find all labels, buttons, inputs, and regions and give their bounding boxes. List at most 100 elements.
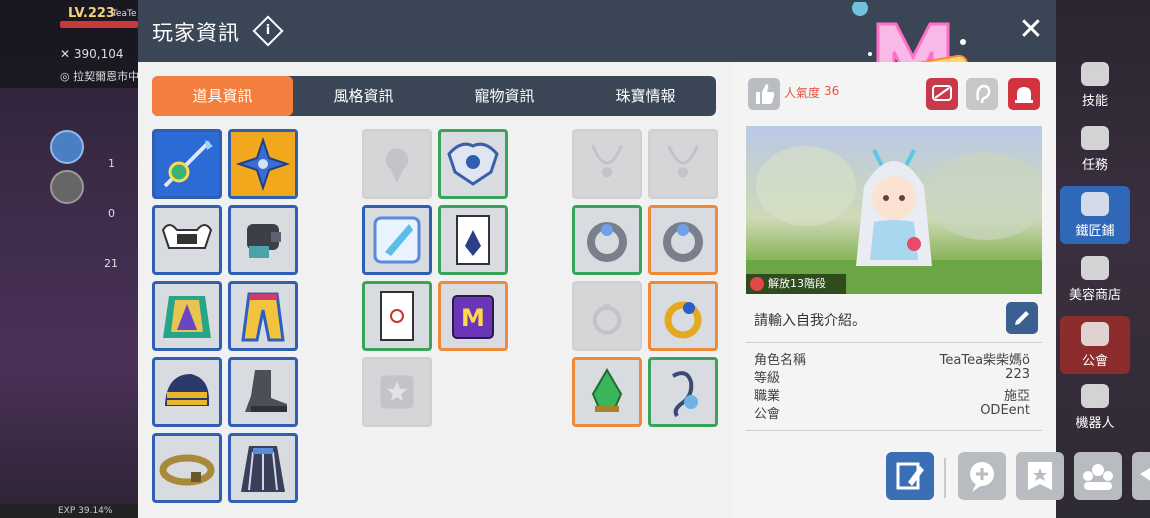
equip-slot-head[interactable] <box>152 205 222 275</box>
equip-slot-title[interactable] <box>362 281 432 351</box>
sidebar-item-quests[interactable]: 任務 <box>1060 120 1130 178</box>
dialog-header: 玩家資訊 i ✕ <box>138 0 1056 112</box>
rainbow-pants-icon <box>241 292 285 342</box>
sidebar-item-skills[interactable]: 技能 <box>1060 56 1130 114</box>
blue-gem-card-icon <box>456 215 490 265</box>
alarm-button[interactable] <box>1008 78 1040 110</box>
character-portrait: 解放13階段 <box>746 126 1042 294</box>
equip-slot-overall[interactable] <box>228 433 298 503</box>
boots-icon <box>245 370 287 412</box>
popularity-value: 36 <box>824 84 840 98</box>
whisper-button[interactable] <box>966 78 998 110</box>
equip-slot-weapon[interactable] <box>152 129 222 199</box>
earring-icon <box>672 371 698 418</box>
close-button[interactable]: ✕ <box>1014 14 1048 48</box>
field-key-job: 職業 <box>754 389 781 404</box>
ice-badge-icon <box>373 216 421 264</box>
field-key-guild: 公會 <box>754 407 781 422</box>
equip-slot-secondary[interactable] <box>228 129 298 199</box>
sidebar-item-label: 任務 <box>1081 158 1108 173</box>
equip-slot-medal-empty[interactable] <box>362 129 432 199</box>
hud-exp-bar: EXP 39.14% <box>0 504 138 518</box>
equip-slot-badge[interactable] <box>362 205 432 275</box>
chat-plus-icon <box>970 462 994 492</box>
divider <box>746 430 1042 431</box>
tab-item-info[interactable]: 道具資訊 <box>152 76 293 116</box>
equip-slot-pants[interactable] <box>228 281 298 351</box>
unlock-stage-label: 解放13階段 <box>768 277 826 290</box>
gold-sapphire-ring-icon <box>664 301 702 339</box>
sidebar-item-label: 技能 <box>1081 94 1108 109</box>
overall-icon <box>241 446 285 492</box>
gold-hat-icon <box>165 374 209 406</box>
siren-icon <box>1015 87 1033 103</box>
robot-icon <box>1081 384 1109 408</box>
equip-slot-ring-empty[interactable] <box>572 281 642 351</box>
tab-pet-info[interactable]: 寵物資訊 <box>434 76 575 116</box>
equipment-panel: 道具資訊 風格資訊 寵物資訊 珠寶情報 M <box>138 62 732 518</box>
equip-slot-cape[interactable] <box>152 281 222 351</box>
self-intro-text[interactable]: 請輸入自我介紹。 <box>754 310 866 330</box>
hud-quick-button[interactable] <box>50 130 84 164</box>
chat-block-icon <box>932 85 952 101</box>
sidebar-item-label: 公會 <box>1081 354 1108 369</box>
belt-icon <box>159 454 215 486</box>
report-button[interactable] <box>926 78 958 110</box>
hud-character-name: TeaTe <box>112 9 137 19</box>
equip-slot-gloves[interactable] <box>228 205 298 275</box>
sidebar-item-beauty-shop[interactable]: 美容商店 <box>1060 250 1130 308</box>
scroll-icon <box>1081 126 1109 150</box>
tab-bar: 道具資訊 風格資訊 寵物資訊 珠寶情報 <box>152 76 716 116</box>
red-tag-card-icon <box>380 291 414 341</box>
medal-icon <box>385 148 409 183</box>
equip-slot-shoes[interactable] <box>228 357 298 427</box>
cape-icon <box>163 296 211 338</box>
game-background-left: LV.223 TeaTe ✕ 390,104 ◎ 拉契爾恩市中 1 0 21 E… <box>0 0 140 518</box>
equip-slot-crystal[interactable] <box>572 357 642 427</box>
equip-slot-necklace-empty-2[interactable] <box>648 129 718 199</box>
field-value-name: TeaTea柴柴媽ö <box>939 353 1030 368</box>
equip-slot-belt[interactable] <box>152 433 222 503</box>
edit-intro-button[interactable] <box>1006 302 1038 334</box>
gauntlet-icon <box>247 224 281 258</box>
sidebar-item-smithy[interactable]: 鐵匠鋪 <box>1060 186 1130 244</box>
add-friend-button[interactable] <box>958 452 1006 500</box>
guild-invite-button[interactable] <box>1016 452 1064 500</box>
m-notebook-icon: M <box>452 295 494 339</box>
like-button[interactable] <box>748 78 780 110</box>
tab-style-info[interactable]: 風格資訊 <box>293 76 434 116</box>
hud-handshake-button[interactable] <box>50 170 84 204</box>
equip-slot-ring-1[interactable] <box>572 205 642 275</box>
field-value-guild: ODEent <box>980 403 1030 418</box>
tab-jewel-info[interactable]: 珠寶情報 <box>575 76 716 116</box>
star-icon <box>750 277 764 291</box>
equip-slot-emblem[interactable] <box>438 129 508 199</box>
equip-slot-ring-2[interactable] <box>648 205 718 275</box>
info-icon[interactable]: i <box>252 15 284 47</box>
field-value-job: 施亞 <box>1003 389 1030 404</box>
hud-hp-bar <box>60 21 138 28</box>
sidebar-item-label: 鐵匠鋪 <box>1075 224 1115 239</box>
skills-icon <box>1081 62 1109 86</box>
winged-headband-icon <box>161 224 213 249</box>
equip-slot-pocket[interactable] <box>438 205 508 275</box>
equip-slot-ring-3[interactable] <box>648 281 718 351</box>
equip-slot-star-empty[interactable] <box>362 357 432 427</box>
equip-slot-earring[interactable] <box>648 357 718 427</box>
necklace-icon <box>591 144 623 178</box>
equip-slot-hat[interactable] <box>152 357 222 427</box>
sidebar-item-guild[interactable]: 公會 <box>1060 316 1130 374</box>
hud-map-value: 拉契爾恩市中 <box>73 70 140 83</box>
write-note-button[interactable] <box>886 452 934 500</box>
equip-slot-book[interactable]: M <box>438 281 508 351</box>
trade-button[interactable] <box>1132 452 1150 500</box>
hud-counter-3: 21 <box>104 257 118 270</box>
sidebar-item-robot[interactable]: 機器人 <box>1060 378 1130 436</box>
ear-icon <box>976 84 991 104</box>
button-separator <box>944 458 946 498</box>
equip-slot-necklace-empty[interactable] <box>572 129 642 199</box>
sidebar-item-label: 機器人 <box>1075 416 1115 431</box>
party-invite-button[interactable] <box>1074 452 1122 500</box>
silver-ring-icon <box>587 222 627 262</box>
sidebar-item-label: 美容商店 <box>1068 288 1121 303</box>
